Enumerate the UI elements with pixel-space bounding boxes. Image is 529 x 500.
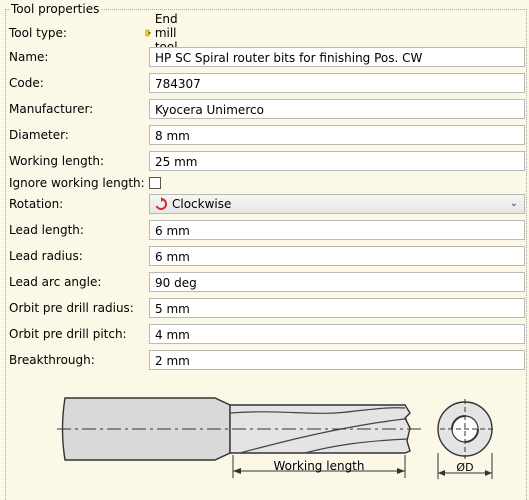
working-length-dimension-label: Working length bbox=[273, 459, 364, 473]
diameter-label: Diameter: bbox=[9, 128, 69, 142]
code-label: Code: bbox=[9, 76, 44, 90]
ignore-working-length-label: Ignore working length: bbox=[9, 176, 145, 190]
tool-type-value: End mill tool bbox=[145, 12, 187, 54]
end-mill-drawing: Working length ØD bbox=[57, 397, 493, 479]
lead-arc-angle-input[interactable]: 90 deg bbox=[149, 272, 525, 292]
orbit-pre-drill-radius-input[interactable]: 5 mm bbox=[149, 298, 525, 318]
working-length-label: Working length: bbox=[9, 154, 105, 168]
tool-type-label: Tool type: bbox=[9, 26, 67, 40]
manufacturer-input[interactable]: Kyocera Unimerco bbox=[149, 99, 525, 119]
group-title: Tool properties bbox=[9, 2, 102, 16]
rotation-label: Rotation: bbox=[9, 197, 64, 211]
lead-arc-angle-label: Lead arc angle: bbox=[9, 275, 102, 289]
breakthrough-label: Breakthrough: bbox=[9, 353, 95, 367]
lead-length-label: Lead length: bbox=[9, 223, 84, 237]
code-input[interactable]: 784307 bbox=[149, 73, 525, 93]
clockwise-arrow-icon bbox=[155, 197, 168, 210]
orbit-pre-drill-radius-label: Orbit pre drill radius: bbox=[9, 301, 134, 315]
name-input[interactable]: HP SC Spiral router bits for finishing P… bbox=[149, 47, 525, 67]
lead-length-input[interactable]: 6 mm bbox=[149, 220, 525, 240]
orbit-pre-drill-pitch-input[interactable]: 4 mm bbox=[149, 324, 525, 344]
breakthrough-input[interactable]: 2 mm bbox=[149, 350, 525, 370]
lead-radius-input[interactable]: 6 mm bbox=[149, 246, 525, 266]
rotation-value: Clockwise bbox=[172, 197, 232, 211]
name-label: Name: bbox=[9, 50, 49, 64]
diameter-input[interactable]: 8 mm bbox=[149, 125, 525, 145]
lead-radius-label: Lead radius: bbox=[9, 249, 83, 263]
diameter-dimension-label: ØD bbox=[456, 461, 473, 474]
orbit-pre-drill-pitch-label: Orbit pre drill pitch: bbox=[9, 327, 127, 341]
end-mill-icon bbox=[145, 29, 151, 37]
manufacturer-label: Manufacturer: bbox=[9, 102, 94, 116]
working-length-input[interactable]: 25 mm bbox=[149, 151, 525, 171]
rotation-select[interactable]: Clockwise ⌄ bbox=[149, 194, 525, 214]
ignore-working-length-checkbox[interactable] bbox=[149, 177, 161, 189]
chevron-down-icon: ⌄ bbox=[509, 198, 518, 209]
